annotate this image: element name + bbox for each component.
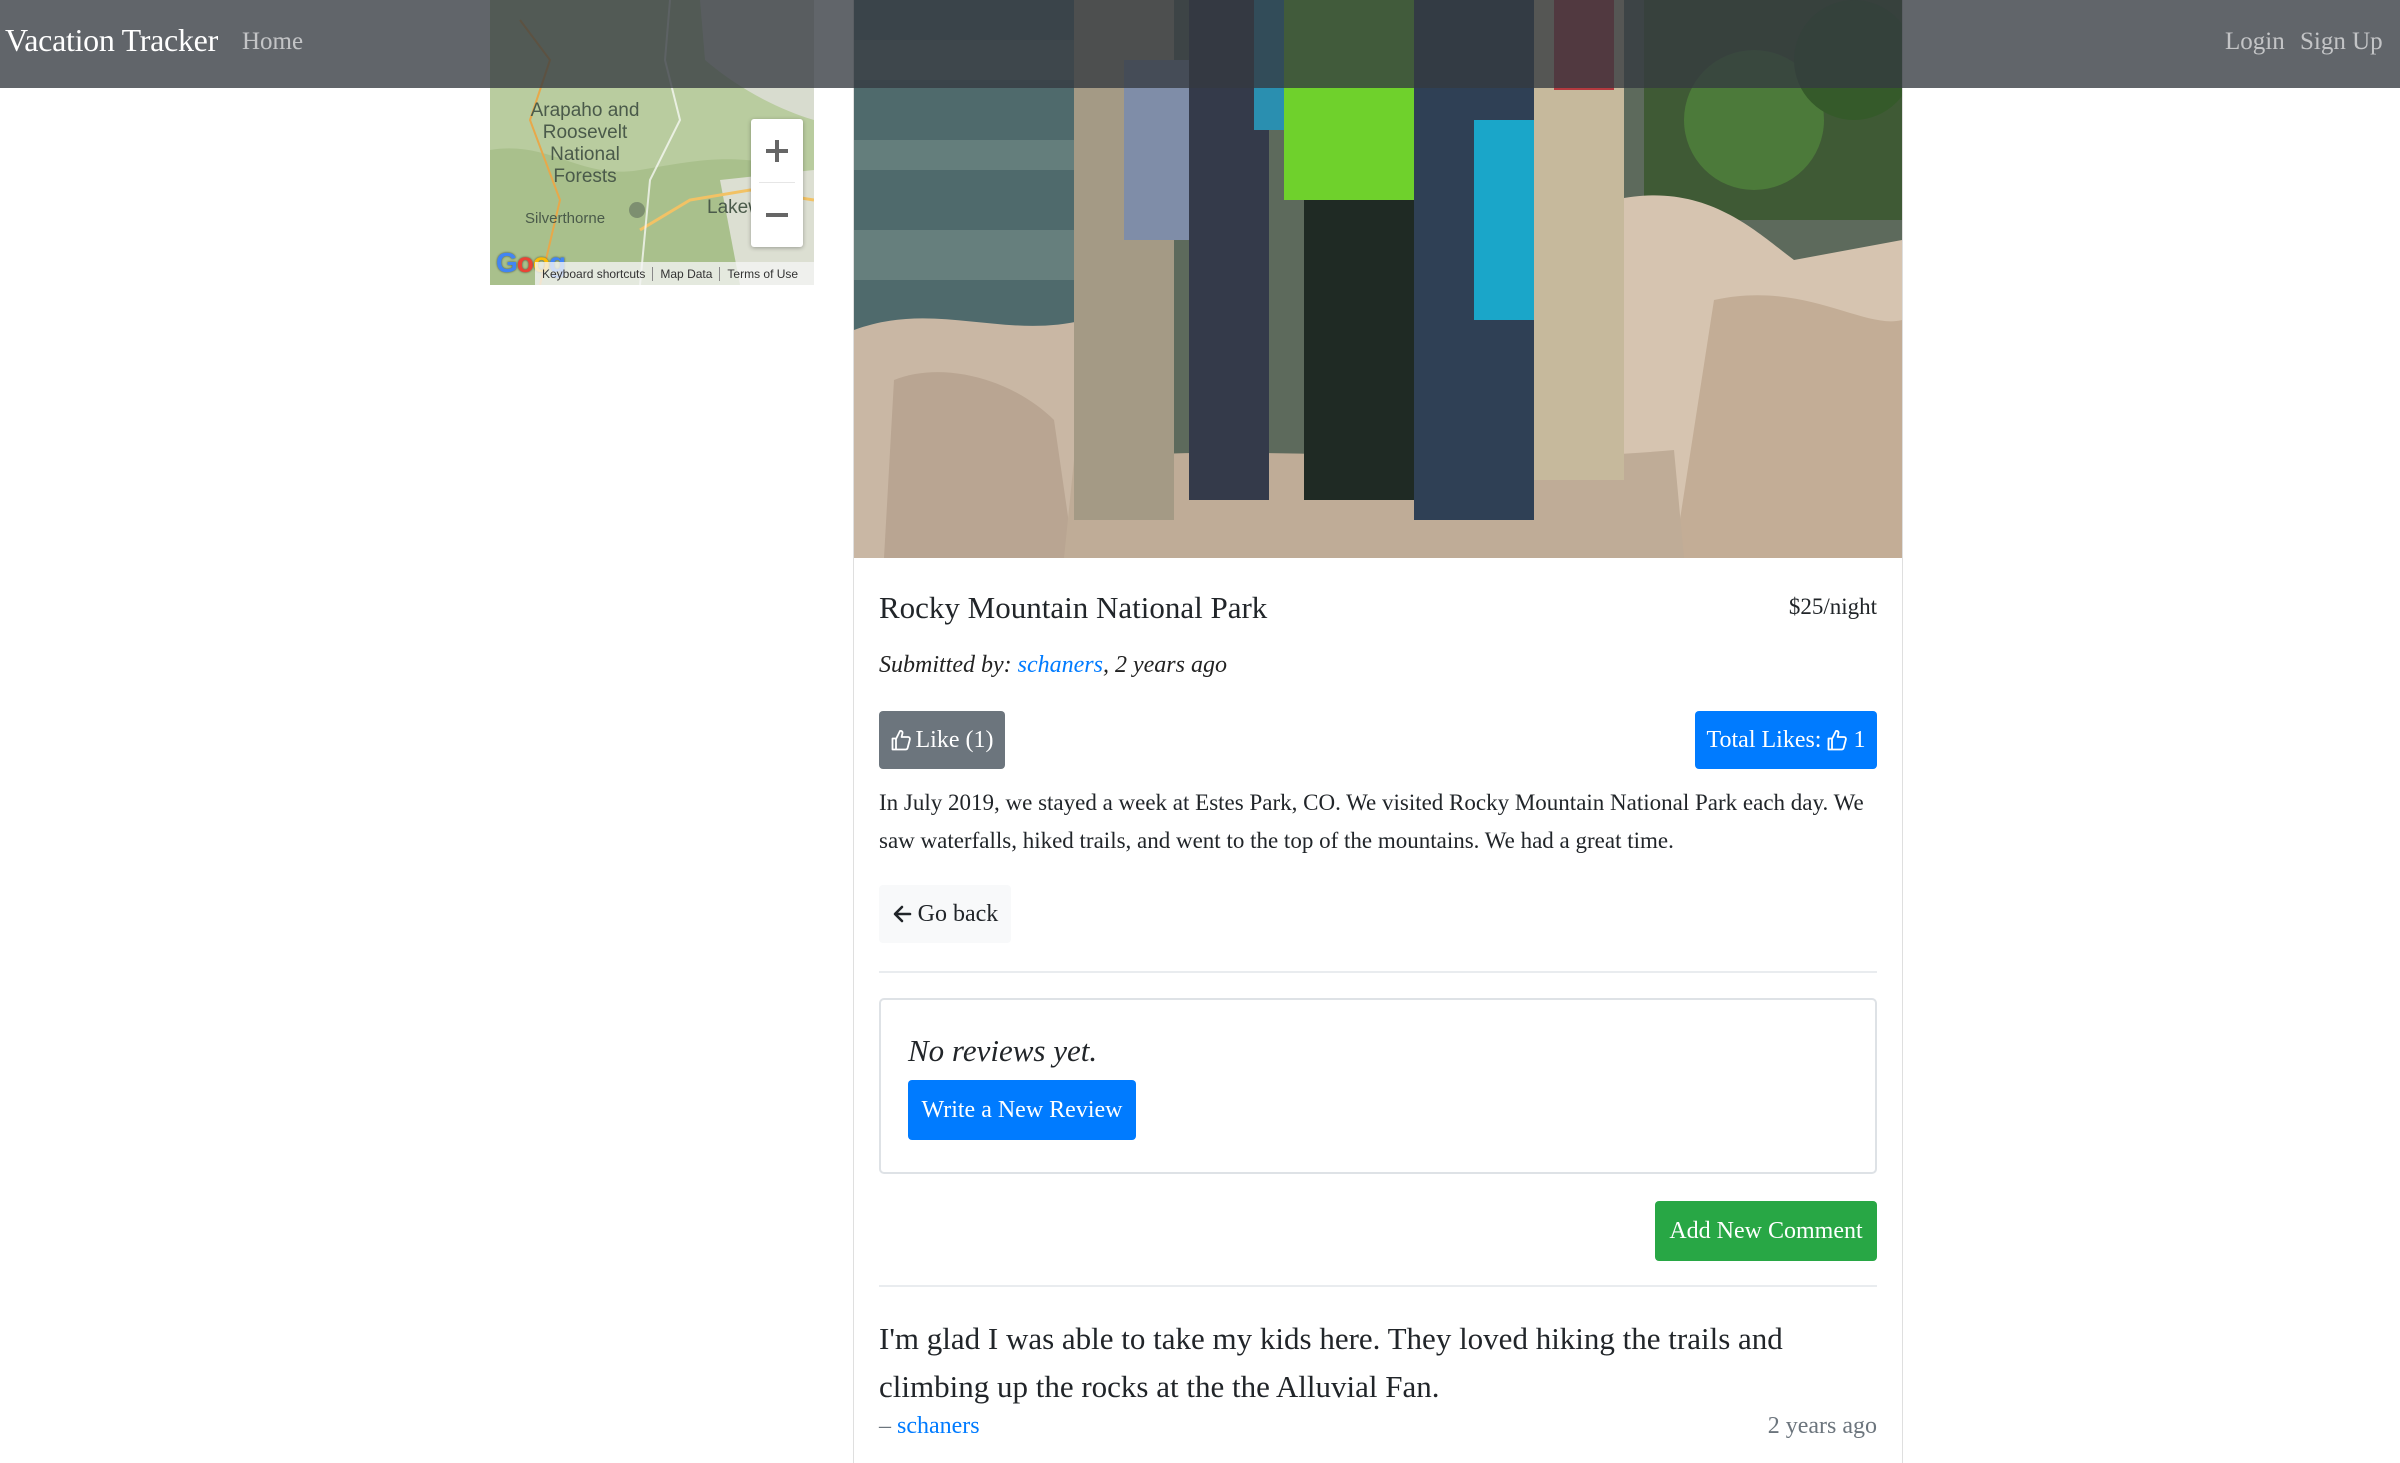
submitted-suffix: , 2 years ago: [1102, 652, 1227, 678]
write-review-button[interactable]: Write a New Review: [908, 1080, 1136, 1140]
map-label-silverthorne: Silverthorne: [525, 210, 606, 227]
zoom-in-button[interactable]: [751, 119, 803, 183]
thumbs-up-icon: [891, 729, 911, 751]
terms-link[interactable]: Terms of Use: [720, 267, 805, 281]
author-link[interactable]: schaners: [1018, 652, 1103, 678]
campground-description: In July 2019, we stayed a week at Estes …: [879, 790, 1864, 853]
submitted-by: Submitted by: schaners, 2 years ago: [879, 652, 1227, 679]
arrow-left-icon: [893, 905, 911, 923]
comment-author-prefix: –: [879, 1413, 897, 1439]
comment-author-link[interactable]: schaners: [897, 1413, 980, 1439]
minus-icon: [766, 213, 788, 217]
go-back-button[interactable]: Go back: [879, 885, 1011, 943]
brand-link[interactable]: Vacation Tracker: [5, 22, 218, 59]
comment-author: – schaners: [879, 1413, 980, 1440]
map-footer: Keyboard shortcuts Map Data Terms of Use: [535, 262, 814, 285]
campground-card: Rocky Mountain National Park $25/night S…: [853, 0, 1903, 1463]
like-button[interactable]: Like (1): [879, 711, 1005, 769]
zoom-out-button[interactable]: [751, 183, 803, 247]
map-data-link[interactable]: Map Data: [653, 266, 721, 281]
thumbs-up-icon: [1828, 729, 1848, 751]
map-label-forest: Arapaho and Roosevelt National Forests: [530, 100, 640, 187]
divider: [879, 971, 1877, 973]
plus-icon: [766, 140, 788, 162]
divider: [879, 1285, 1877, 1287]
go-back-label: Go back: [917, 900, 999, 927]
nav-home-link[interactable]: Home: [242, 28, 303, 56]
add-comment-button[interactable]: Add New Comment: [1655, 1201, 1877, 1261]
keyboard-shortcuts-link[interactable]: Keyboard shortcuts: [535, 266, 654, 281]
campground-price: $25/night: [1788, 594, 1877, 619]
submitted-prefix: Submitted by:: [879, 652, 1018, 678]
total-likes-count: 1: [1853, 726, 1866, 753]
nav-login-link[interactable]: Login: [2225, 28, 2285, 56]
navbar: Vacation Tracker Home Login Sign Up: [0, 0, 2400, 88]
total-likes-button[interactable]: Total Likes: 1: [1695, 711, 1877, 769]
no-reviews-text: No reviews yet.: [908, 1033, 1098, 1068]
total-likes-label: Total Likes:: [1706, 726, 1822, 753]
reviews-section: No reviews yet. Write a New Review: [879, 998, 1877, 1174]
map-zoom-control: [751, 119, 803, 247]
nav-signup-link[interactable]: Sign Up: [2300, 28, 2383, 56]
campground-title: Rocky Mountain National Park: [879, 590, 1268, 625]
comment-text: I'm glad I was able to take my kids here…: [879, 1321, 1783, 1404]
comment-time: 2 years ago: [1767, 1413, 1877, 1439]
like-label: Like (1): [915, 726, 994, 753]
